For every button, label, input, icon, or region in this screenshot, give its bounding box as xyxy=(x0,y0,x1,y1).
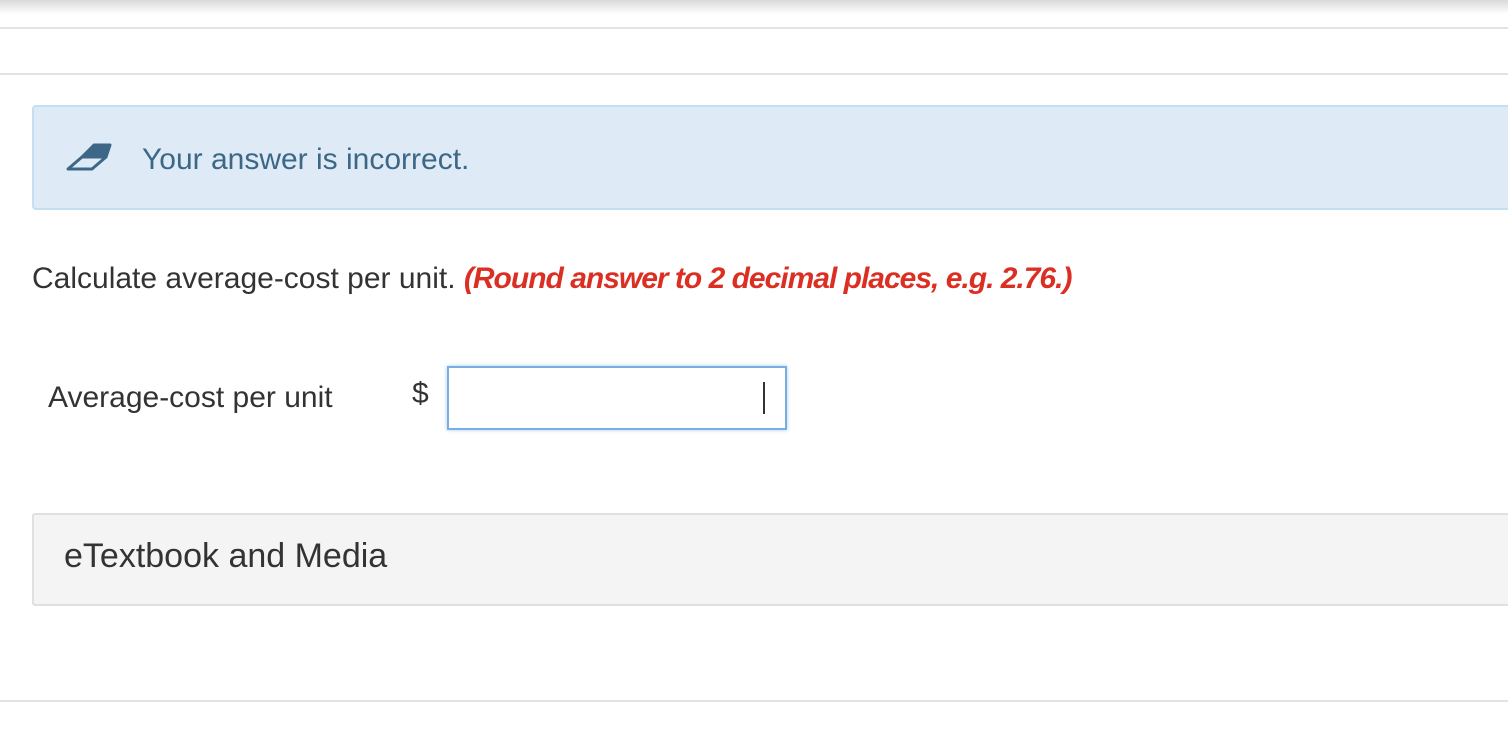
top-shadow xyxy=(0,0,1508,14)
divider xyxy=(0,73,1508,75)
feedback-message: Your answer is incorrect. xyxy=(142,143,470,176)
divider xyxy=(0,27,1508,29)
assignment-page: Your answer is incorrect. Calculate aver… xyxy=(0,0,1508,732)
answer-label: Average-cost per unit xyxy=(48,381,333,414)
eraser-icon xyxy=(64,137,112,171)
divider xyxy=(0,700,1508,702)
average-cost-input[interactable] xyxy=(447,366,787,430)
question-prompt: Calculate average-cost per unit. (Round … xyxy=(32,262,1073,296)
rounding-hint: (Round answer to 2 decimal places, e.g. … xyxy=(463,262,1073,295)
etextbook-media-panel[interactable]: eTextbook and Media xyxy=(32,513,1508,606)
text-cursor xyxy=(763,382,765,414)
currency-symbol: $ xyxy=(412,377,429,410)
etextbook-media-label: eTextbook and Media xyxy=(64,537,388,575)
feedback-banner: Your answer is incorrect. xyxy=(32,105,1508,210)
question-text: Calculate average-cost per unit. xyxy=(32,262,456,295)
